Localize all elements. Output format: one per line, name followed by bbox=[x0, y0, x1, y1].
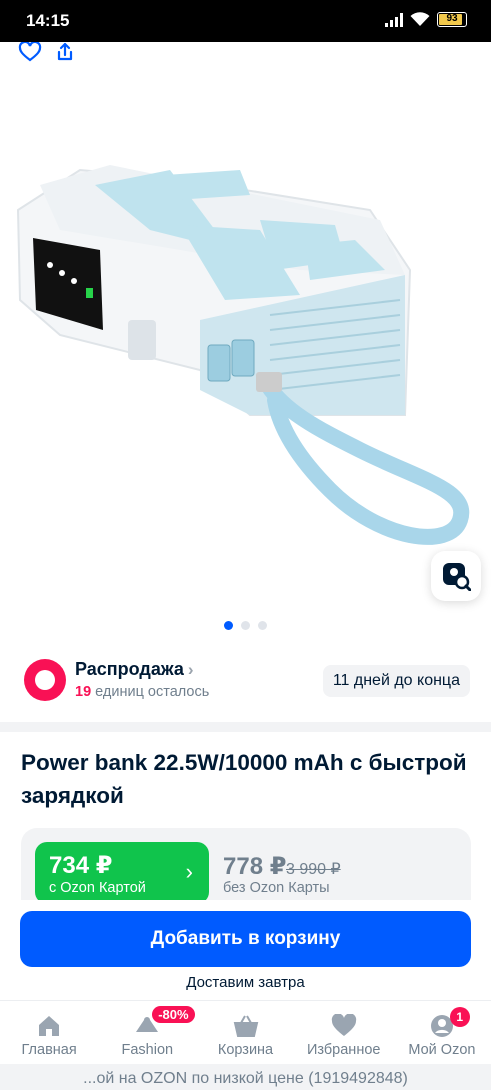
page-title-bar: ...ой на OZON по низкой цене (1919492848… bbox=[0, 1064, 491, 1090]
product-image[interactable] bbox=[0, 70, 491, 610]
nav-item-favorites[interactable]: Избранное bbox=[295, 1001, 393, 1064]
nav-label: Мой Ozon bbox=[408, 1042, 476, 1058]
battery-icon: 93 bbox=[437, 12, 467, 27]
gallery-dot[interactable] bbox=[241, 621, 250, 630]
status-time: 14:15 bbox=[26, 11, 70, 30]
share-icon[interactable] bbox=[55, 42, 79, 64]
favorite-icon[interactable] bbox=[18, 40, 42, 64]
sale-banner[interactable]: Распродажа › 19 единиц осталось 11 дней д… bbox=[0, 655, 491, 705]
sale-logo-icon bbox=[24, 659, 66, 701]
gallery-dot[interactable] bbox=[258, 621, 267, 630]
nav-item-home[interactable]: Главная bbox=[0, 1001, 98, 1064]
nav-label: Избранное bbox=[306, 1042, 381, 1058]
nav-item-cart[interactable]: Корзина bbox=[196, 1001, 294, 1064]
sale-title[interactable]: Распродажа › bbox=[75, 659, 194, 680]
days-left-badge: 11 дней до конца bbox=[322, 665, 470, 697]
promo-badge: -80% bbox=[152, 1006, 195, 1023]
section-divider bbox=[0, 722, 491, 732]
bottom-nav: Главная -80% Fashion Корзина Избранное 1… bbox=[0, 1000, 491, 1064]
nav-item-fashion[interactable]: -80% Fashion bbox=[98, 1001, 196, 1064]
nav-label: Fashion bbox=[121, 1042, 174, 1058]
ozon-card-label: с Ozon Картой bbox=[49, 880, 146, 896]
nav-label: Главная bbox=[21, 1042, 77, 1058]
old-price: 3 990 ₽ bbox=[286, 861, 341, 878]
status-bar: 14:15 93 bbox=[0, 0, 491, 42]
regular-price: 778 ₽ bbox=[223, 853, 287, 880]
regular-price-label: без Ozon Карты bbox=[223, 880, 330, 896]
wifi-icon bbox=[410, 12, 430, 27]
notification-badge: 1 bbox=[449, 1007, 470, 1027]
nav-label: Корзина bbox=[217, 1042, 274, 1058]
chevron-right-icon: › bbox=[187, 660, 194, 679]
gallery-dot[interactable] bbox=[224, 621, 233, 630]
battery-level: 93 bbox=[446, 13, 458, 24]
gallery-indicator bbox=[0, 621, 491, 630]
heart-icon bbox=[331, 1014, 356, 1036]
delivery-text: Доставим завтра bbox=[186, 974, 305, 991]
sale-remaining: 19 единиц осталось bbox=[75, 684, 209, 700]
add-to-cart-button[interactable]: Добавить в корзину bbox=[20, 911, 471, 967]
product-title: Power bank 22.5W/10000 mAh с быстрой зар… bbox=[21, 750, 467, 808]
sale-title-text: Распродажа bbox=[75, 659, 184, 679]
home-icon bbox=[39, 1016, 60, 1036]
image-search-icon bbox=[443, 563, 471, 591]
sale-remaining-text: единиц осталось bbox=[95, 684, 210, 700]
cart-icon bbox=[233, 1015, 258, 1037]
top-actions bbox=[0, 40, 491, 70]
nav-item-profile[interactable]: 1 Мой Ozon bbox=[393, 1001, 491, 1064]
image-search-button[interactable] bbox=[431, 551, 481, 601]
status-icons: 93 bbox=[385, 12, 467, 27]
sale-remaining-count: 19 bbox=[75, 684, 92, 700]
ozon-card-price-button[interactable]: 734 ₽ с Ozon Картой › bbox=[35, 842, 209, 904]
signal-icon bbox=[385, 12, 403, 27]
chevron-right-icon: › bbox=[185, 859, 193, 884]
ozon-card-price: 734 ₽ bbox=[49, 852, 113, 879]
